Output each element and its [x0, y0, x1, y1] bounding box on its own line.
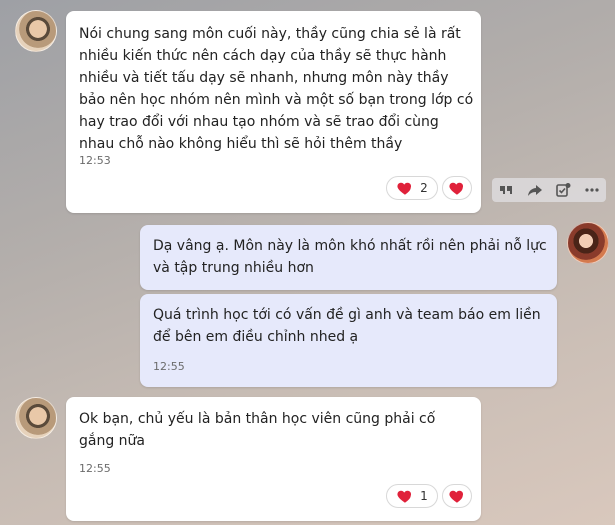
outgoing-message-bubble[interactable]: Dạ vâng ạ. Môn này là môn khó nhất rồi n… [140, 225, 557, 290]
message-text: Ok bạn, chủ yếu là bản thân học viên cũn… [79, 411, 436, 449]
message-text: Quá trình học tới có vấn đề gì anh và te… [153, 307, 541, 345]
heart-icon [449, 182, 464, 195]
message-text: Dạ vâng ạ. Môn này là môn khó nhất rồi n… [153, 238, 547, 276]
reaction-count: 1 [420, 489, 428, 503]
message-timestamp: 12:53 [79, 154, 111, 167]
task-icon[interactable] [555, 182, 571, 198]
reaction-count: 2 [420, 181, 428, 195]
sender-avatar[interactable] [15, 10, 57, 52]
quote-icon[interactable] [498, 182, 514, 198]
incoming-message-bubble[interactable]: Nói chung sang môn cuối này, thầy cũng c… [66, 11, 481, 213]
incoming-message-bubble[interactable]: Ok bạn, chủ yếu là bản thân học viên cũn… [66, 397, 481, 521]
heart-reaction-count[interactable]: 2 [386, 176, 438, 200]
sender-avatar[interactable] [15, 397, 57, 439]
add-heart-reaction-button[interactable] [442, 176, 472, 200]
message-timestamp: 12:55 [153, 360, 185, 373]
heart-icon [397, 182, 412, 195]
heart-reaction-count[interactable]: 1 [386, 484, 438, 508]
heart-icon [449, 490, 464, 503]
message-action-toolbar [492, 178, 606, 202]
message-timestamp: 12:55 [79, 462, 111, 475]
more-icon[interactable] [584, 182, 600, 198]
message-text: Nói chung sang môn cuối này, thầy cũng c… [79, 26, 474, 152]
heart-icon [397, 490, 412, 503]
forward-icon[interactable] [527, 182, 543, 198]
outgoing-message-bubble[interactable]: Quá trình học tới có vấn đề gì anh và te… [140, 294, 557, 387]
add-heart-reaction-button[interactable] [442, 484, 472, 508]
my-avatar[interactable] [567, 222, 609, 264]
